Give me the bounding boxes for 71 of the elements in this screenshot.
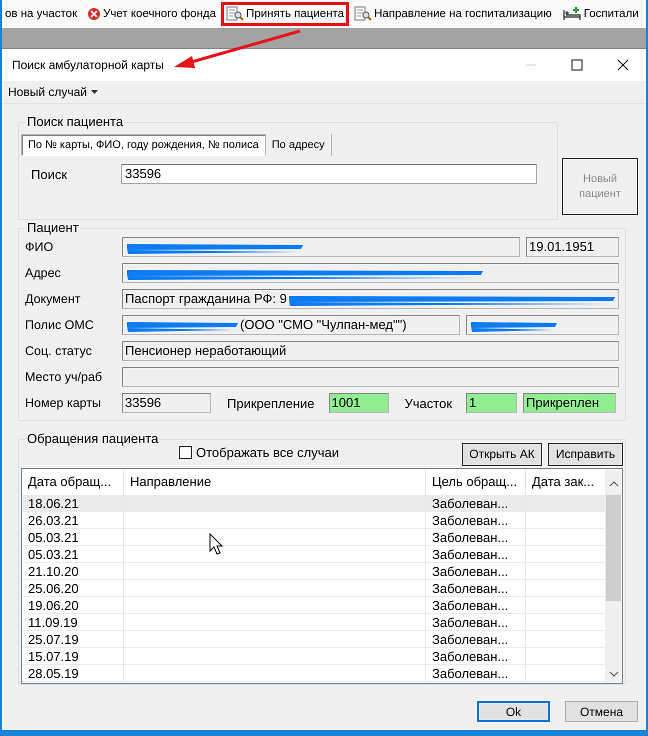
text-field[interactable]: 1	[466, 393, 518, 413]
table-cell: 15.07.19	[22, 648, 124, 665]
table-cell: Заболеван...	[426, 563, 526, 580]
table-cell: Заболеван...	[426, 529, 526, 546]
edit-button[interactable]: Исправить	[548, 442, 623, 466]
group-title: Поиск пациента	[25, 114, 126, 130]
ok-button[interactable]: Ok	[477, 701, 550, 722]
open-button[interactable]: Открыть АК	[462, 442, 542, 466]
text-field[interactable]: Пенсионер неработающий	[122, 341, 619, 361]
table-cell: Заболеван...	[426, 665, 526, 682]
table-cell: Заболеван...	[426, 512, 526, 529]
tab[interactable]: По адресу	[266, 134, 332, 156]
table-cell: Заболеван...	[426, 597, 526, 614]
text-field[interactable]: 19.01.1951	[526, 237, 619, 257]
field-label: Участок	[404, 396, 452, 410]
text-field[interactable]	[122, 263, 619, 283]
table-cell: 25.07.19	[22, 631, 124, 648]
group-title: Обращения пациента	[25, 431, 160, 447]
table-cell: 21.10.20	[22, 563, 124, 580]
scrollbar[interactable]	[605, 469, 622, 683]
text-field[interactable]: 1001	[328, 393, 389, 413]
table-cell: 28.05.19	[22, 665, 124, 682]
table-cell: Заболеван...	[426, 614, 526, 631]
field-label: Поиск	[31, 166, 68, 182]
field-label: Документ	[25, 292, 82, 306]
toolbar-button[interactable]: Госпитали	[556, 2, 644, 26]
table-cell: Заболеван...	[426, 648, 526, 665]
field-label: Место уч/раб	[25, 370, 104, 384]
field-label: Адрес	[25, 266, 62, 280]
bed-plus-icon	[562, 6, 582, 22]
text-field[interactable]: 33596	[122, 393, 211, 413]
text-field[interactable]: (ООО "СМО "Чулпан-мед"")	[122, 315, 460, 335]
text-field[interactable]: Паспорт гражданина РФ: 9	[122, 289, 619, 309]
table-cell: 25.06.20	[22, 580, 124, 597]
field-label: Полис ОМС	[25, 318, 95, 332]
window-title: Поиск амбулаторной карты	[12, 58, 165, 72]
table-cell: 26.03.21	[22, 512, 124, 529]
toolbar-button[interactable]: Направление на госпитализацию	[349, 2, 557, 26]
table-cell: 05.03.21	[22, 546, 124, 563]
table-cell: Заболеван...	[426, 546, 526, 563]
field-label: Номер карты	[25, 396, 102, 410]
field-label: Соц. статус	[25, 344, 93, 358]
text-field[interactable]: Прикреплен	[523, 393, 616, 413]
table-cell: 05.03.21	[22, 529, 124, 546]
checkbox[interactable]	[179, 446, 192, 458]
checkbox-label[interactable]: Отображать все случаи	[196, 444, 339, 460]
text-field[interactable]	[122, 367, 619, 387]
table-cell: Заболеван...	[426, 495, 526, 512]
field-label: Прикрепление	[227, 396, 315, 410]
table-row[interactable]: 18.06.21 Заболеван...	[22, 495, 605, 512]
group-title: Пациент	[25, 220, 81, 236]
toolbar-button[interactable]: ов на участок	[2, 2, 82, 26]
document-search-icon	[226, 6, 244, 22]
table-cell: 19.06.20	[22, 597, 124, 614]
table-cell: Заболеван...	[426, 631, 526, 648]
cursor-icon	[209, 533, 223, 555]
menu-item[interactable]: Новый случай	[2, 81, 646, 104]
cancel-button[interactable]: Отмена	[565, 701, 638, 722]
text-field[interactable]	[122, 237, 520, 257]
toolbar-button[interactable]: Учет коечного фонда	[82, 2, 222, 26]
table-cell: 11.09.19	[22, 614, 124, 631]
table-cell: Заболеван...	[426, 580, 526, 597]
caret-icon	[91, 90, 98, 94]
table-cell: 18.06.21	[22, 495, 124, 512]
text-field[interactable]	[466, 315, 619, 335]
document-search-icon	[354, 6, 372, 22]
search-field[interactable]: 33596	[121, 164, 537, 184]
stop-icon	[87, 7, 102, 21]
tab[interactable]: По № карты, ФИО, году рождения, № полиса	[21, 134, 266, 156]
toolbar-button[interactable]: Принять пациента	[221, 2, 350, 26]
field-label: ФИО	[25, 240, 54, 254]
